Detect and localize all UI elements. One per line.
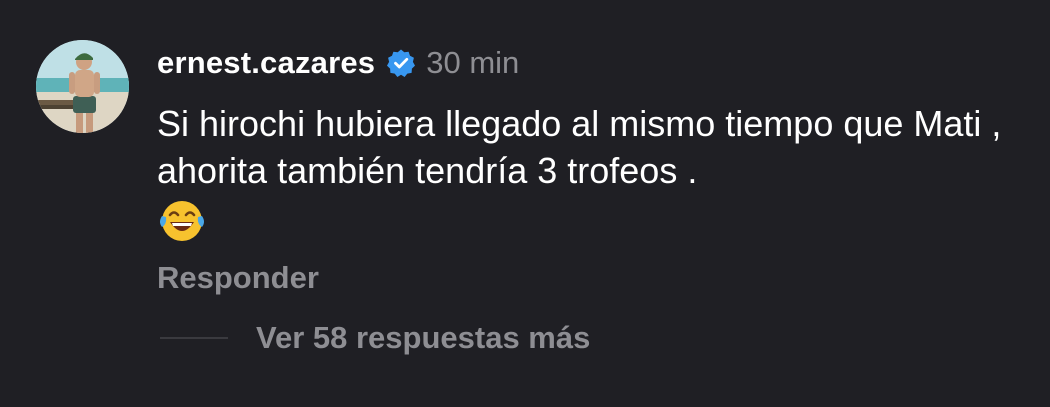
comment-item: ernest.cazares 30 min Si hirochi hubiera… — [0, 0, 1050, 407]
avatar-photo — [36, 40, 129, 133]
comment-header: ernest.cazares 30 min — [157, 40, 519, 86]
timestamp: 30 min — [426, 45, 520, 80]
replies-divider — [160, 337, 228, 339]
view-replies-label: Ver 58 respuestas más — [256, 320, 591, 355]
comment-text: Si hirochi hubiera llegado al mismo tiem… — [157, 103, 1002, 191]
avatar[interactable] — [36, 40, 129, 133]
view-replies-button[interactable]: Ver 58 respuestas más — [160, 315, 590, 361]
face-with-tears-of-joy-icon — [158, 196, 206, 244]
verified-badge-icon — [386, 48, 416, 78]
reply-button[interactable]: Responder — [157, 260, 319, 296]
username[interactable]: ernest.cazares — [157, 45, 375, 81]
